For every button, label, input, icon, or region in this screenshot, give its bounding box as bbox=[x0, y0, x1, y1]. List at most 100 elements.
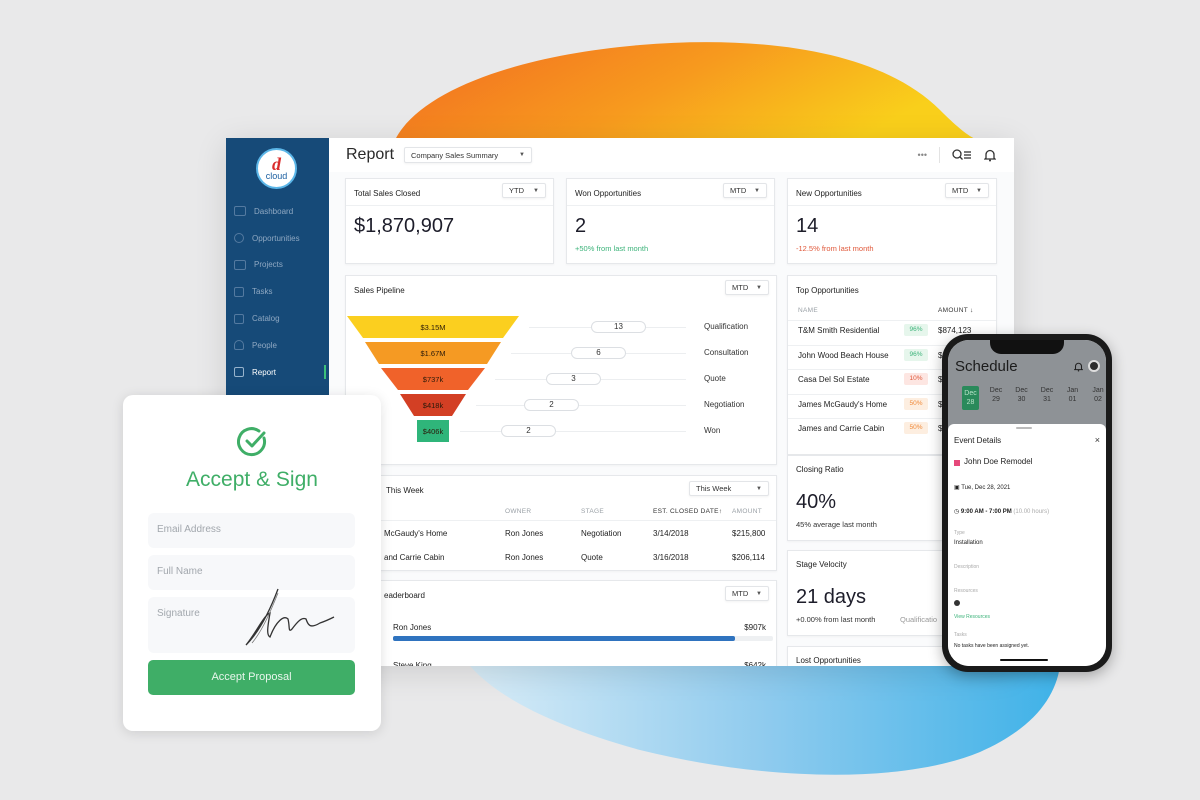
cell-date: 3/14/2018 bbox=[653, 529, 689, 538]
column-header-name[interactable]: NAME bbox=[798, 307, 818, 314]
column-header-stage[interactable]: STAGE bbox=[581, 508, 604, 515]
day-selector[interactable]: Dec 31 bbox=[1039, 386, 1056, 404]
grid-icon bbox=[234, 313, 244, 324]
event-time: ◷ 9:00 AM - 7:00 PM (10.00 hours) bbox=[954, 508, 1049, 515]
day-selector[interactable]: Jan 01 bbox=[1064, 386, 1081, 404]
card-title: Top Opportunities bbox=[796, 286, 859, 295]
period-value: MTD bbox=[952, 186, 969, 195]
sidebar-item-catalog[interactable]: Catalog bbox=[226, 305, 329, 332]
day-selector[interactable]: Dec 30 bbox=[1013, 386, 1030, 404]
projects-icon bbox=[234, 259, 246, 270]
phone-screen: Schedule Dec 28 Dec 29 Dec 30 Dec 31 Jan 01 Jan 02 … bbox=[948, 340, 1106, 666]
sidebar-item-label: Tasks bbox=[252, 287, 273, 297]
cell-owner: Ron Jones bbox=[505, 529, 544, 538]
card-title: This Week bbox=[386, 486, 424, 495]
day-month: Dec bbox=[1015, 387, 1028, 394]
funnel-connector bbox=[476, 405, 686, 406]
period-select[interactable]: MTD ▼ bbox=[725, 586, 769, 601]
email-field[interactable]: Email Address bbox=[148, 513, 355, 548]
app-logo[interactable]: d cloud bbox=[256, 148, 297, 189]
sidebar-item-report[interactable]: Report bbox=[226, 359, 329, 386]
kpi-won-opportunities: Won Opportunities MTD ▼ 2 +50% from last … bbox=[566, 178, 775, 264]
column-header-date[interactable]: EST. CLOSED DATE↑ bbox=[653, 508, 722, 515]
signature-label: Signature bbox=[157, 608, 200, 619]
period-select[interactable]: MTD ▼ bbox=[723, 183, 767, 198]
probability-badge: 10% bbox=[904, 373, 928, 385]
card-title: Total Sales Closed bbox=[354, 189, 421, 198]
period-value: MTD bbox=[730, 186, 747, 195]
close-icon[interactable]: × bbox=[1095, 435, 1100, 445]
card-title: Won Opportunities bbox=[575, 189, 642, 198]
view-resources-link[interactable]: View Resources bbox=[954, 614, 990, 620]
opportunity-name: T&M Smith Residential bbox=[798, 326, 880, 335]
more-icon[interactable]: ••• bbox=[918, 150, 927, 160]
closing-this-week-card: This Week This Week ▼ OWNER STAGE EST. CL… bbox=[345, 475, 777, 571]
sidebar-item-people[interactable]: People bbox=[226, 332, 329, 359]
day-selector[interactable]: Jan 02 bbox=[1090, 386, 1107, 404]
chevron-down-icon: ▼ bbox=[756, 590, 762, 597]
logo-text: cloud bbox=[265, 171, 288, 181]
chevron-down-icon: ▼ bbox=[756, 485, 762, 492]
toolbar-icons: ••• bbox=[918, 147, 996, 163]
day-month: Dec bbox=[1040, 387, 1054, 394]
drag-handle[interactable] bbox=[1016, 427, 1032, 429]
sidebar-item-dashboard[interactable]: Dashboard bbox=[226, 198, 329, 225]
card-title: eaderboard bbox=[384, 591, 425, 600]
column-header-owner[interactable]: OWNER bbox=[505, 508, 531, 515]
kpi-change: -12.5% from last month bbox=[796, 244, 874, 253]
stage-name: Qualification bbox=[704, 322, 749, 331]
home-indicator bbox=[1000, 659, 1048, 661]
description-label: Description bbox=[954, 564, 980, 570]
kpi-total-sales: Total Sales Closed YTD ▼ $1,870,907 bbox=[345, 178, 554, 264]
signature-field[interactable]: Signature bbox=[148, 588, 355, 653]
sheet-title: Event Details bbox=[954, 436, 1002, 445]
kpi-value: 14 bbox=[796, 215, 819, 237]
chevron-down-icon: ▼ bbox=[754, 187, 760, 194]
report-select[interactable]: Company Sales Summary ▼ bbox=[404, 147, 532, 163]
column-header-amount[interactable]: AMOUNT ↓ bbox=[938, 307, 974, 314]
cell-name: McGaudy's Home bbox=[384, 529, 448, 538]
kpi-value: 21 days bbox=[796, 586, 867, 608]
accept-sign-card: Accept & Sign Email Address Full Name Si… bbox=[123, 395, 381, 731]
period-select[interactable]: MTD ▼ bbox=[945, 183, 989, 198]
day-selector[interactable]: Dec 28 bbox=[962, 386, 979, 410]
sidebar-item-opportunities[interactable]: Opportunities bbox=[226, 225, 329, 252]
period-select[interactable]: YTD ▼ bbox=[502, 183, 546, 198]
divider bbox=[346, 205, 553, 206]
bell-icon[interactable] bbox=[1074, 362, 1083, 372]
event-name: John Doe Remodel bbox=[964, 457, 1033, 466]
day-selector[interactable]: Dec 29 bbox=[988, 386, 1005, 404]
sidebar-item-label: Catalog bbox=[252, 314, 280, 324]
stage-count-pill: 3 bbox=[546, 373, 601, 385]
funnel-amount-label: $737k bbox=[423, 375, 444, 384]
bell-icon[interactable] bbox=[984, 149, 996, 162]
kpi-change: +0.00% from last month bbox=[796, 615, 876, 624]
card-title: Lost Opportunities bbox=[796, 656, 861, 665]
search-list-icon[interactable] bbox=[952, 149, 972, 161]
kpi-new-opportunities: New Opportunities MTD ▼ 14 -12.5% from la… bbox=[787, 178, 997, 264]
divider bbox=[788, 320, 996, 321]
type-label: Type bbox=[954, 530, 965, 536]
event-color-swatch bbox=[954, 460, 960, 466]
pipeline-funnel: $3.15M $1.67M $737k $418k $406k bbox=[347, 316, 519, 442]
funnel-amount-label: $418k bbox=[423, 401, 444, 410]
day-month: Dec bbox=[989, 387, 1003, 394]
sidebar-item-projects[interactable]: Projects bbox=[226, 252, 329, 279]
top-bar: Report Company Sales Summary ▼ ••• bbox=[329, 138, 1014, 172]
resources-label: Resources bbox=[954, 588, 978, 594]
chevron-down-icon: ▼ bbox=[519, 152, 525, 158]
sidebar-item-label: Projects bbox=[254, 260, 283, 270]
day-number: 29 bbox=[992, 396, 1000, 403]
avatar[interactable] bbox=[1088, 360, 1100, 372]
period-select[interactable]: This Week ▼ bbox=[689, 481, 769, 496]
signature-drawing bbox=[245, 588, 335, 646]
dashboard-icon bbox=[234, 206, 246, 217]
period-value: MTD bbox=[732, 589, 749, 598]
people-icon bbox=[234, 340, 244, 351]
sidebar-item-tasks[interactable]: Tasks bbox=[226, 278, 329, 305]
probability-badge: 50% bbox=[904, 397, 928, 410]
logo-letter: d bbox=[272, 154, 281, 174]
accept-proposal-button[interactable]: Accept Proposal bbox=[148, 660, 355, 695]
column-header-amount[interactable]: AMOUNT bbox=[732, 508, 762, 515]
check-circle-icon bbox=[237, 427, 266, 457]
